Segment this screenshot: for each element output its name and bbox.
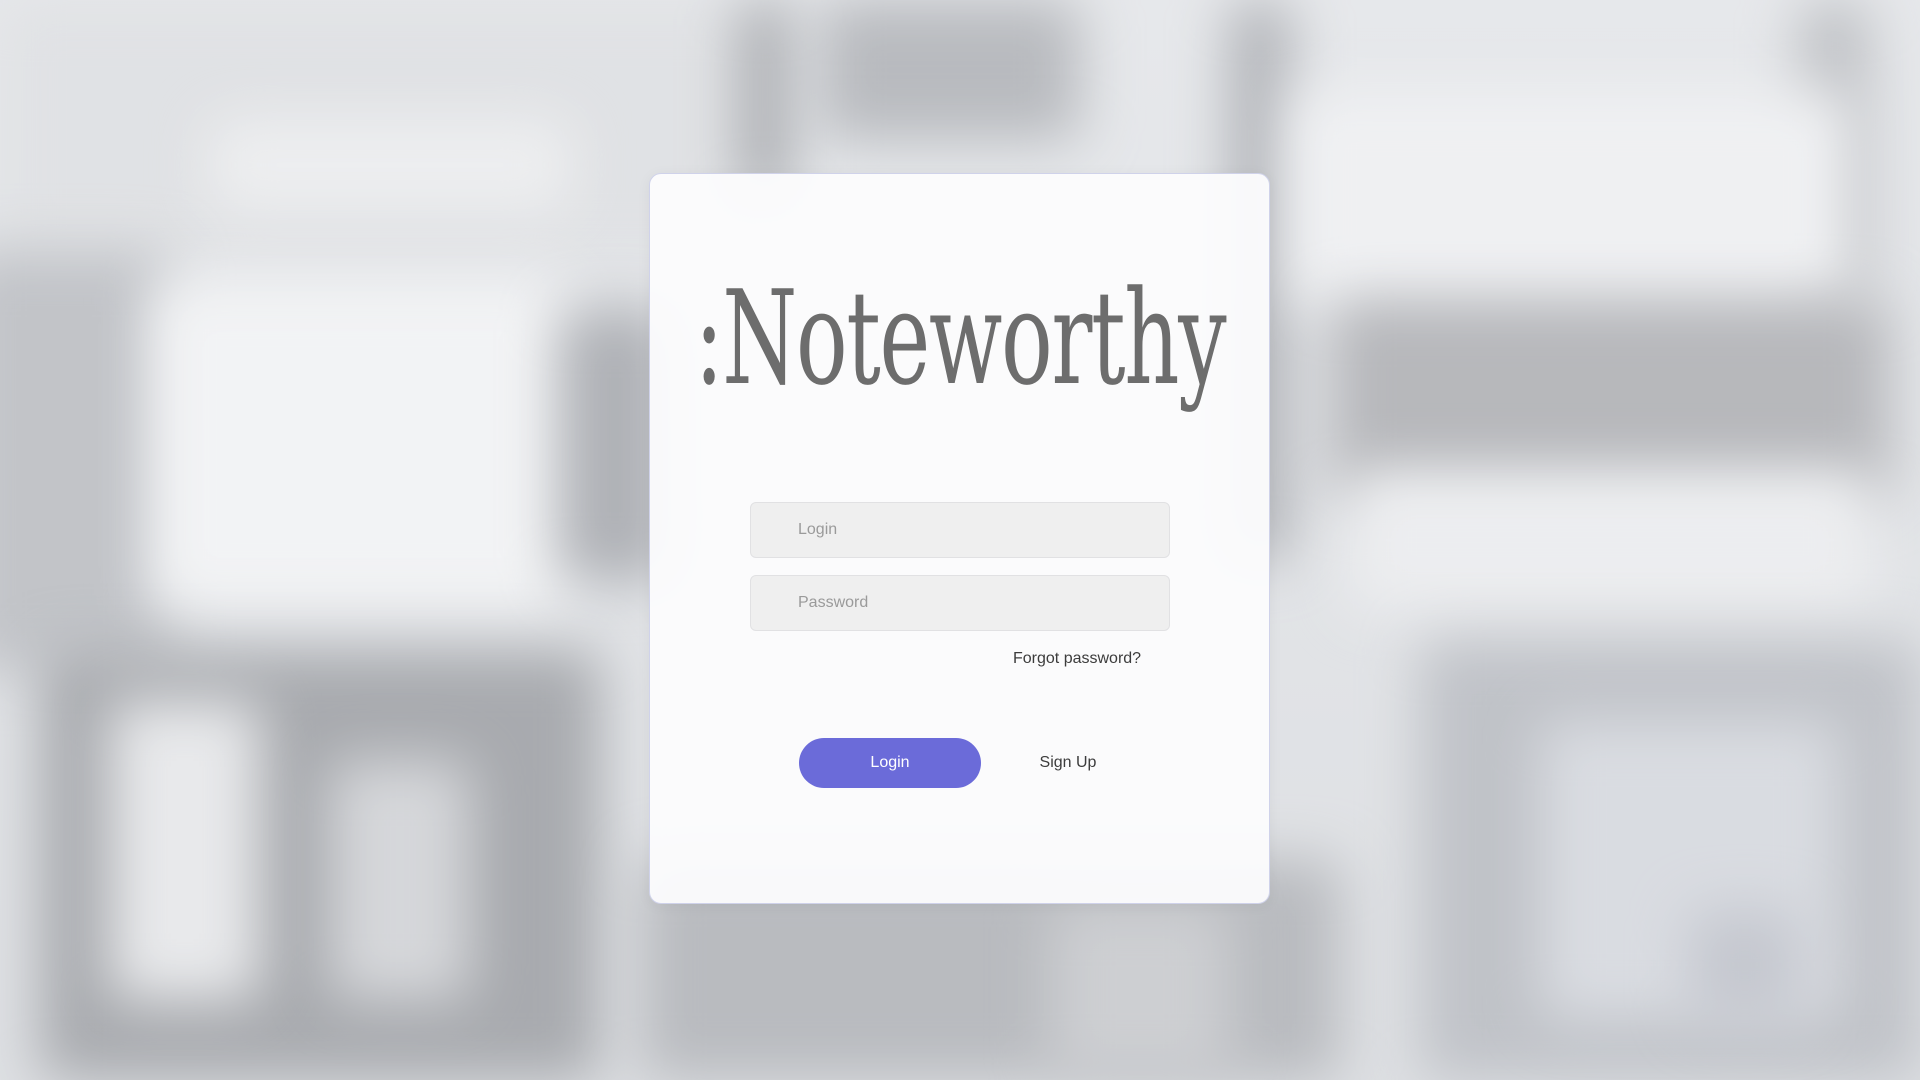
login-button[interactable]: Login — [799, 738, 981, 788]
password-input[interactable] — [750, 575, 1170, 631]
sign-up-button[interactable]: Sign Up — [1013, 738, 1123, 788]
login-input[interactable] — [750, 502, 1170, 558]
forgot-password-link[interactable]: Forgot password? — [1013, 650, 1141, 668]
